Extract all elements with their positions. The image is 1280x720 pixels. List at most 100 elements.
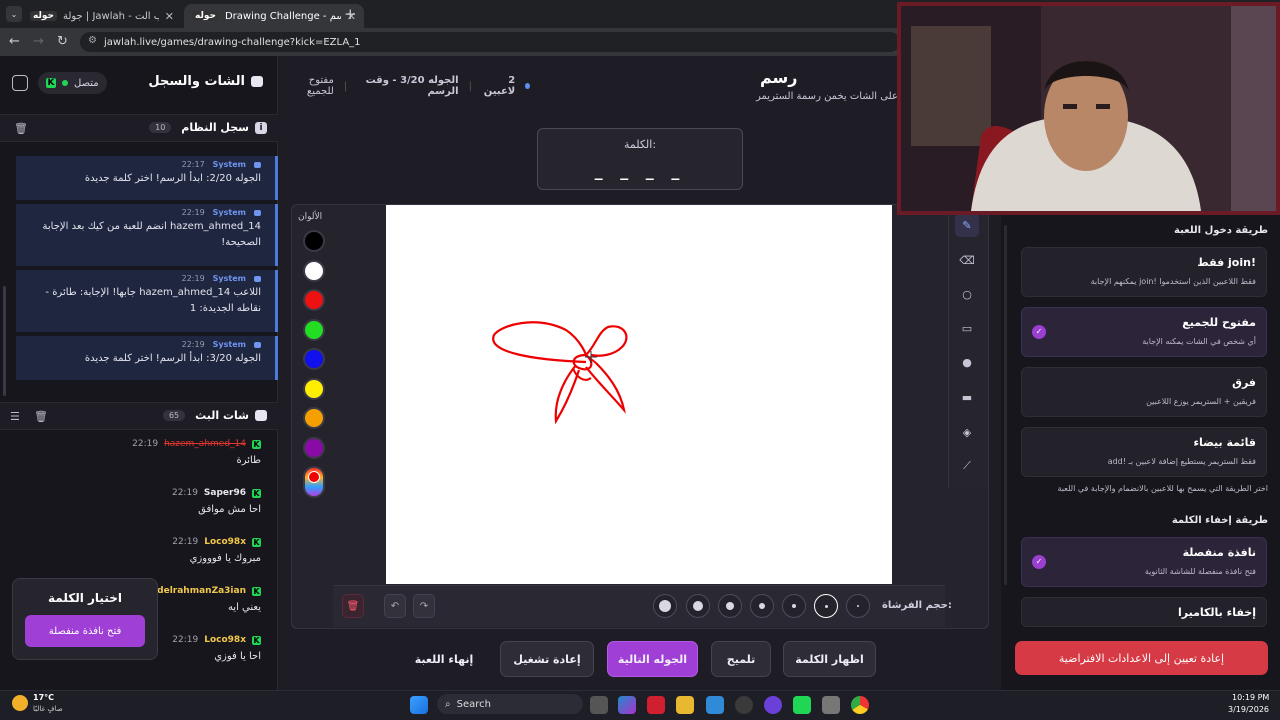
filled-circle-tool-icon[interactable]: ● [955,350,979,374]
taskbar-search[interactable]: ⌕ Search [437,694,583,714]
chat-message: K Saper96 22:19 احا مش موافق [8,488,261,515]
drawing-canvas[interactable] [386,205,892,584]
brush-size-5[interactable] [718,594,742,618]
weather-icon[interactable] [12,695,28,711]
option-join-only[interactable]: !join فقط فقط اللاعبين الذين استخدموا !j… [1021,247,1267,297]
fill-bucket-tool-icon[interactable]: ◈ [955,420,979,444]
game-mode: مفتوح للجميع [306,75,334,97]
forward-arrow-icon[interactable]: → [33,34,44,49]
obs-icon[interactable] [764,696,782,714]
word-hidden: _ _ _ _ [594,161,686,180]
chat-bubble-icon [251,76,263,87]
color-swatch[interactable] [303,318,325,341]
chat-username: hazem_ahmed_14 [164,439,246,449]
brush-size-6[interactable] [686,594,710,618]
back-arrow-icon[interactable]: ← [9,34,20,49]
undo-icon[interactable]: ↶ [384,594,406,618]
browser-tab-jawlah[interactable]: حوله جولة | Jawlah - منصة الألعاب الت ✕ [22,4,182,28]
clock-date: 3/19/2026 [1228,705,1270,714]
system-log-count: 10 [149,122,172,133]
reset-defaults-button[interactable]: إعادة تعيين إلى الاعدادات الافتراضية [1015,641,1268,675]
color-swatch[interactable] [303,289,325,311]
colors-label: الألوان [298,212,323,222]
clear-canvas-trash-icon[interactable]: 🗑 [342,594,364,618]
color-swatch[interactable] [303,259,325,282]
redo-icon[interactable]: ↷ [413,594,435,618]
windows-start-icon[interactable] [410,696,428,714]
kick-app-icon[interactable] [793,696,811,714]
brush-size-1[interactable] [846,594,870,618]
chat-bubble-icon [254,161,261,168]
option-open-to-all[interactable]: مفتوح للجميع أي شخص في الشات يمكنه الإجا… [1021,307,1267,357]
tab-title: Drawing Challenge - تحدي الرسم [224,10,341,22]
trash-icon[interactable]: 🗑 [34,410,48,423]
scrollbar[interactable] [3,286,6,396]
color-swatch[interactable] [303,230,325,252]
message-time: 22:19 [181,340,205,349]
app-icon[interactable] [735,696,753,714]
system-message: System 22:19 hazem_ahmed_14 انضم للعبة من… [16,204,278,266]
color-swatch[interactable] [303,377,325,400]
restart-button[interactable]: إعادة تشغيل [500,641,594,677]
tab-search-button[interactable]: ⌄ [6,6,22,22]
brush-size-2[interactable] [814,594,838,618]
site-info-icon[interactable]: ⚙ [88,35,97,46]
collapse-sidebar-icon[interactable] [12,75,28,91]
next-round-button[interactable]: الجوله التالية [607,641,698,677]
eraser-tool-icon[interactable]: ⌫ [955,248,979,272]
check-icon: ✓ [1032,555,1046,569]
pencil-tool-icon[interactable]: ✎ [955,213,979,237]
option-desc: فقط اللاعبين الذين استخدموا !join يمكنهم… [1090,277,1256,286]
settings-gear-icon[interactable] [822,696,840,714]
status-dot-icon [525,83,530,89]
color-swatch[interactable] [303,436,325,459]
option-separate-window[interactable]: نافذة منفصلة فتح نافذة منفصلة للشاشة الث… [1021,537,1267,587]
end-game-button[interactable]: إنهاء اللعبة [404,641,484,677]
browser-tab-drawing[interactable]: حوله Drawing Challenge - تحدي الرسم ✕ [184,4,364,28]
custom-color-picker[interactable] [303,466,325,498]
line-tool-icon[interactable]: ⟋ [955,454,979,478]
connection-status: متصل [74,77,99,89]
brush-size-7[interactable] [653,594,677,618]
option-teams[interactable]: فرق فريقين + الستريمر يوزع اللاعبين [1021,367,1267,417]
brush-size-3[interactable] [782,594,806,618]
message-text: اللاعب hazem_ahmed_14 جابها! الإجابة: طا… [45,287,261,314]
popup-title: اختيار الكلمة [48,591,122,605]
system-log-list: System 22:17 الجوله 2/20: ابدأ الرسم! اخت… [0,156,278,384]
copilot-icon[interactable] [618,696,636,714]
filter-lines-icon[interactable]: ☰ [10,410,20,423]
option-hide-with-camera[interactable]: إخفاء بالكاميرا [1021,597,1267,627]
task-view-icon[interactable] [590,696,608,714]
message-text: الجوله 3/20: ابدأ الرسم! اختر كلمة جديدة [84,353,261,364]
url-field[interactable]: ⚙ jawlah.live/games/drawing-challenge?ki… [80,32,900,52]
app-l-icon[interactable] [647,696,665,714]
file-explorer-icon[interactable] [676,696,694,714]
option-title: إخفاء بالكاميرا [1177,606,1256,619]
trash-icon[interactable]: 🗑 [14,122,28,135]
hide-method-heading: طريقة إخفاء الكلمة [1171,515,1268,526]
scrollbar[interactable] [1004,225,1007,585]
hint-button[interactable]: تلميح [711,641,771,677]
stream-chat-title-group: شات البث 65 [162,409,267,422]
close-icon[interactable]: ✕ [165,10,174,23]
option-desc: فقط الستريمر يستطيع إضافة لاعبين بـ !add [1107,457,1256,466]
circle-tool-icon[interactable]: ○ [955,282,979,306]
brush-size-4[interactable] [750,594,774,618]
chat-username: abdelrahmanZa3ian [144,586,246,596]
show-word-button[interactable]: اظهار الكلمة [783,641,876,677]
store-icon[interactable] [706,696,724,714]
rectangle-tool-icon[interactable]: ▭ [955,316,979,340]
new-tab-plus-icon[interactable]: + [344,5,357,23]
chrome-icon[interactable] [851,696,869,714]
filled-rectangle-tool-icon[interactable]: ▬ [955,385,979,409]
webcam-overlay [897,2,1280,215]
chat-bubble-icon [254,341,261,348]
reload-icon[interactable]: ↻ [57,34,68,49]
color-swatch[interactable] [303,348,325,370]
round-info: الجوله 3/20 - وقت الرسم [365,75,459,97]
option-whitelist[interactable]: قائمة بيضاء فقط الستريمر يستطيع إضافة لا… [1021,427,1267,477]
option-desc: فريقين + الستريمر يوزع اللاعبين [1146,397,1256,406]
message-text: hazem_ahmed_14 انضم للعبة من كيك بعد الإ… [42,221,261,248]
color-swatch[interactable] [303,407,325,429]
open-separate-window-button[interactable]: فتح نافذة منفصلة [25,615,145,647]
